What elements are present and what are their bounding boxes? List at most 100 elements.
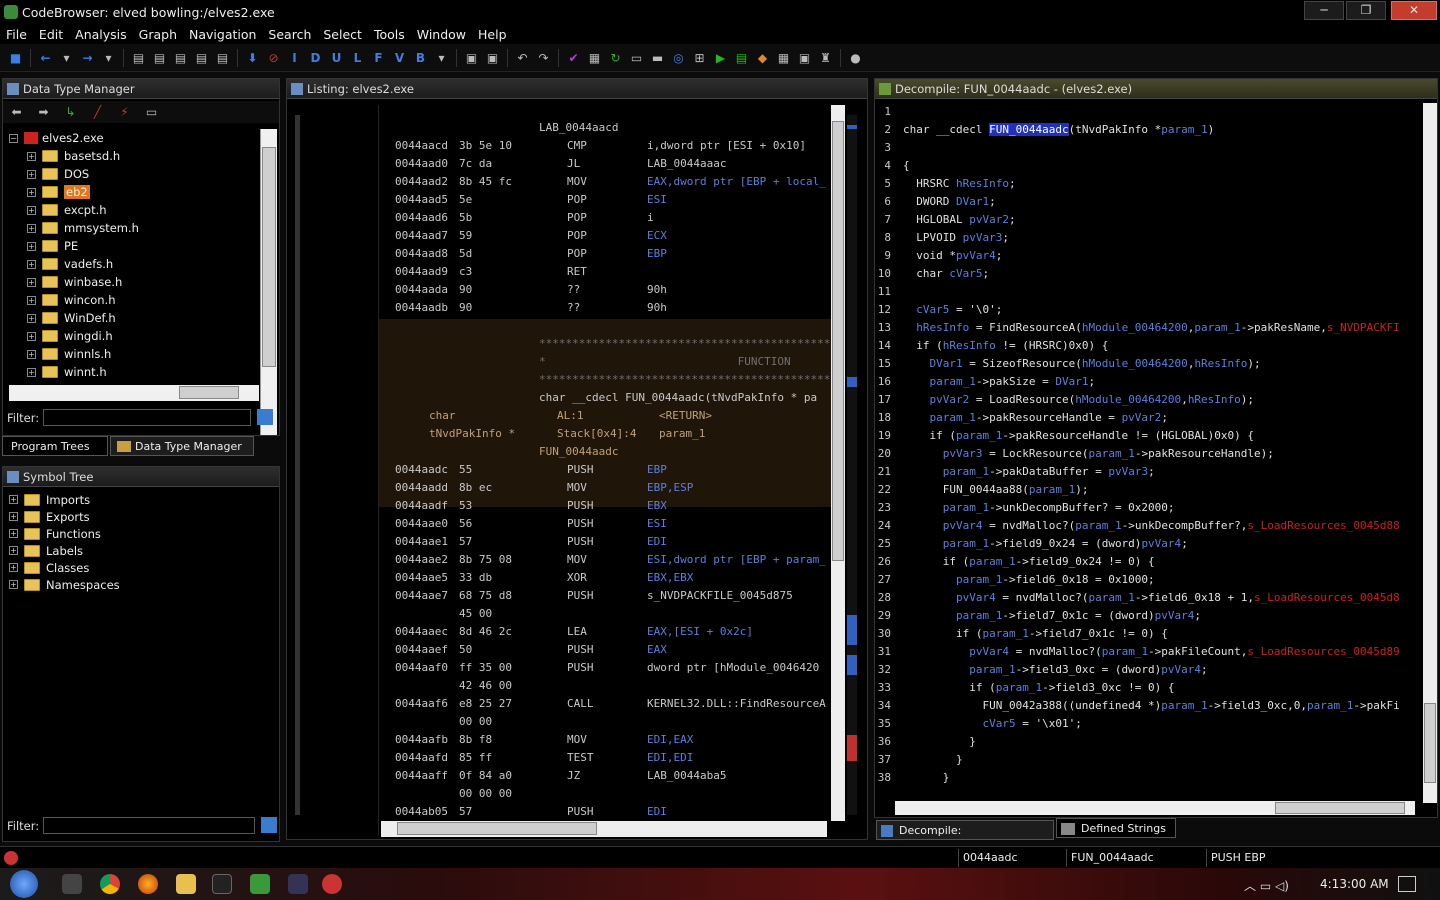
scroll-thumb[interactable]: [397, 822, 597, 835]
expand-icon[interactable]: +: [27, 151, 36, 161]
tree-item[interactable]: + winnt.h: [9, 363, 259, 381]
listing-row[interactable]: LAB_0044aacd: [379, 119, 831, 137]
listing-row[interactable]: FUN_0044aadc: [379, 443, 831, 461]
expand-icon[interactable]: +: [27, 241, 36, 251]
listing-row[interactable]: 0044aae0 56 PUSH ESI: [379, 515, 831, 533]
save-icon[interactable]: ■: [6, 48, 25, 67]
forward-icon[interactable]: ➡: [34, 103, 53, 122]
scroll-thumb[interactable]: [1424, 703, 1436, 783]
expand-icon[interactable]: +: [27, 205, 36, 215]
tb-letter-b[interactable]: B: [411, 48, 430, 67]
listing-row[interactable]: 0044aaef 50 PUSH EAX: [379, 641, 831, 659]
code-line[interactable]: 16 param_1->pakSize = DVar1;: [875, 373, 1423, 391]
filter-icon[interactable]: ⚡: [115, 103, 134, 122]
code-line[interactable]: 5 HRSRC hResInfo;: [875, 175, 1423, 193]
close-button[interactable]: ✕: [1391, 1, 1437, 20]
code-line[interactable]: 12 cVar5 = '\0';: [875, 301, 1423, 319]
menu-window[interactable]: Window: [411, 27, 472, 42]
code-line[interactable]: 17 pvVar2 = LoadResource(hModule_0046420…: [875, 391, 1423, 409]
listing-row[interactable]: char __cdecl FUN_0044aadc(tNvdPakInfo * …: [379, 389, 831, 407]
symtree-item[interactable]: + Labels: [9, 542, 269, 559]
code-line[interactable]: 20 pvVar3 = LockResource(param_1->pakRes…: [875, 445, 1423, 463]
clock[interactable]: 4:13:00 AM: [1320, 877, 1389, 891]
scroll-thumb[interactable]: [179, 386, 239, 399]
run-icon[interactable]: ▶: [711, 48, 730, 67]
filter-options-icon[interactable]: [261, 817, 277, 833]
code-line[interactable]: 24 pvVar4 = nvdMalloc?(param_1->unkDecom…: [875, 517, 1423, 535]
maximize-button[interactable]: ❐: [1346, 1, 1386, 20]
expand-icon[interactable]: +: [27, 349, 36, 359]
decompile-vscroll[interactable]: [1423, 103, 1437, 803]
code-line[interactable]: 1: [875, 103, 1423, 121]
symtree-item[interactable]: + Classes: [9, 559, 269, 576]
back-icon[interactable]: ⬅: [7, 103, 26, 122]
symtree-item[interactable]: + Imports: [9, 491, 269, 508]
tb-letter-i[interactable]: I: [285, 48, 304, 67]
listing-row[interactable]: 0044aadc 55 PUSH EBP: [379, 461, 831, 479]
tb-letter-v[interactable]: V: [390, 48, 409, 67]
listing-row[interactable]: 0044aae2 8b 75 08 MOV ESI,dword ptr [EBP + …: [379, 551, 831, 569]
menu-search[interactable]: Search: [262, 27, 317, 42]
expand-icon[interactable]: +: [27, 187, 36, 197]
code-line[interactable]: 37 }: [875, 751, 1423, 769]
tb-letter-f[interactable]: F: [369, 48, 388, 67]
menu-analysis[interactable]: Analysis: [69, 27, 133, 42]
code-line[interactable]: 27 param_1->field6_0x18 = 0x1000;: [875, 571, 1423, 589]
doc-icon[interactable]: ▤: [213, 48, 232, 67]
menu-help[interactable]: Help: [472, 27, 513, 42]
code-line[interactable]: 28 pvVar4 = nvdMalloc?(param_1->field6_0…: [875, 589, 1423, 607]
scroll-thumb[interactable]: [1275, 802, 1405, 814]
listing-row[interactable]: tNvdPakInfo * Stack[0x4]:4 param_1: [379, 425, 831, 443]
table-icon[interactable]: ▦: [774, 48, 793, 67]
minimize-button[interactable]: ─: [1304, 1, 1344, 20]
listing-row[interactable]: ****************************************…: [379, 335, 831, 353]
listing-row[interactable]: 0044ab05 57 PUSH EDI: [379, 803, 831, 821]
tree-item[interactable]: + eb2: [9, 183, 259, 201]
dtm-filter-input[interactable]: [43, 409, 251, 426]
listing-row[interactable]: 0044aad2 8b 45 fc MOV EAX,dword ptr [EBP + …: [379, 173, 831, 191]
taskview-icon[interactable]: [62, 874, 82, 894]
paste-icon[interactable]: ▣: [483, 48, 502, 67]
expand-icon[interactable]: +: [27, 259, 36, 269]
listing-vscroll[interactable]: [831, 105, 845, 821]
listing-row[interactable]: 00 00: [379, 713, 831, 731]
code-line[interactable]: 2 char __cdecl FUN_0044aadc(tNvdPakInfo *…: [875, 121, 1423, 139]
listing-row[interactable]: 00 00 00: [379, 785, 831, 803]
chrome-icon[interactable]: [100, 874, 120, 894]
tree-item[interactable]: + wingdi.h: [9, 327, 259, 345]
menu-graph[interactable]: Graph: [133, 27, 183, 42]
redo-icon[interactable]: ↷: [534, 48, 553, 67]
listing-row[interactable]: 42 46 00: [379, 677, 831, 695]
tb-letter-l[interactable]: L: [348, 48, 367, 67]
listing-row[interactable]: char AL:1 <RETURN>: [379, 407, 831, 425]
dropdown-icon[interactable]: ▾: [57, 48, 76, 67]
scroll-thumb[interactable]: [832, 121, 844, 561]
memory-icon[interactable]: ▭: [627, 48, 646, 67]
code-line[interactable]: 9 void *pvVar4;: [875, 247, 1423, 265]
notification-icon[interactable]: [1398, 876, 1416, 892]
collapse-icon[interactable]: ▭: [142, 103, 161, 122]
listing-row[interactable]: 0044aadf 53 PUSH EBX: [379, 497, 831, 515]
menu-file[interactable]: File: [0, 27, 33, 42]
search-icon[interactable]: ◎: [669, 48, 688, 67]
menu-select[interactable]: Select: [317, 27, 368, 42]
tray-icons[interactable]: ︿ ▭ ◁): [1244, 877, 1289, 894]
listing-row[interactable]: 0044aadb 90?? 90h: [379, 299, 831, 317]
expand-icon[interactable]: +: [27, 313, 36, 323]
stop-icon[interactable]: ⊘: [264, 48, 283, 67]
code-line[interactable]: 25 param_1->field9_0x24 = (dword)pvVar4;: [875, 535, 1423, 553]
listing-row[interactable]: * FUNCTION: [379, 353, 831, 371]
listing-row[interactable]: 0044aaf0 ff 35 00 PUSH dword ptr [hModule_0…: [379, 659, 831, 677]
doc-icon[interactable]: ▤: [150, 48, 169, 67]
code-line[interactable]: 7 HGLOBAL pvVar2;: [875, 211, 1423, 229]
code-line[interactable]: 18 param_1->pakResourceHandle = pvVar2;: [875, 409, 1423, 427]
tab-defined-strings[interactable]: Defined Strings: [1056, 818, 1176, 838]
listing-row[interactable]: 0044aad7 59 POP ECX: [379, 227, 831, 245]
listing-row[interactable]: 45 00: [379, 605, 831, 623]
tree-item[interactable]: + WinDef.h: [9, 309, 259, 327]
tree-item[interactable]: + wincon.h: [9, 291, 259, 309]
code-line[interactable]: 33 if (param_1->field3_0xc != 0) {: [875, 679, 1423, 697]
code-line[interactable]: 4{: [875, 157, 1423, 175]
listing-row[interactable]: 0044aaff 0f 84 a0 JZ LAB_0044aba5: [379, 767, 831, 785]
code-line[interactable]: 21 param_1->pakDataBuffer = pvVar3;: [875, 463, 1423, 481]
